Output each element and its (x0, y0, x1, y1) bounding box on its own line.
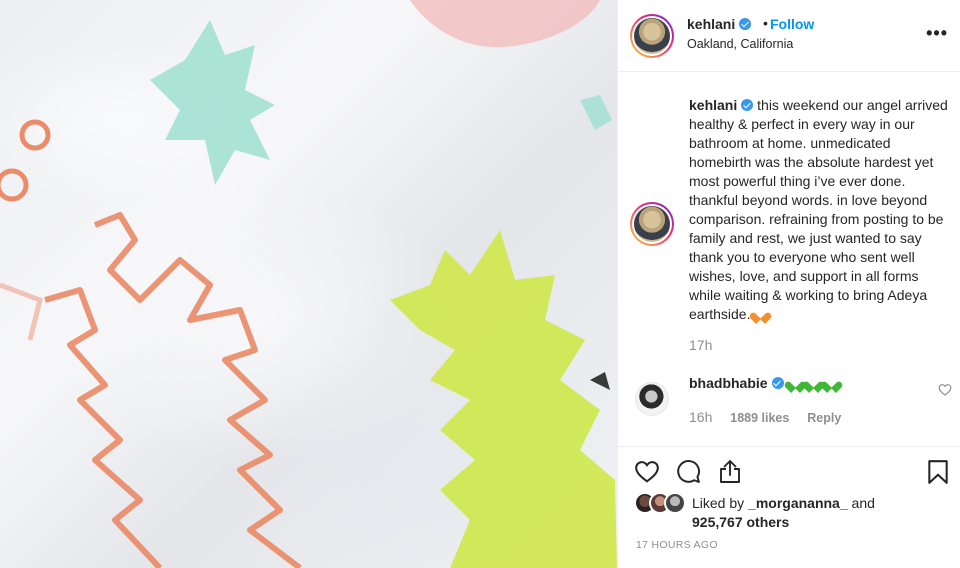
caption-author-avatar[interactable] (630, 202, 674, 246)
post-location[interactable]: Oakland, California (687, 37, 793, 51)
liked-by-avatars[interactable] (634, 492, 688, 514)
post-caption: kehlani this weekend our angel arrived h… (689, 96, 951, 324)
verified-badge-icon (741, 99, 754, 111)
author-avatar[interactable] (630, 14, 674, 58)
verified-badge-icon (739, 18, 752, 30)
comment-icon[interactable] (676, 459, 701, 484)
orange-heart-emoji-icon (754, 308, 767, 320)
heart-icon[interactable] (634, 459, 660, 483)
header-separator: • (763, 15, 768, 31)
commenter-username[interactable]: bhadbhabie (689, 375, 768, 391)
liked-by-user[interactable]: _morgananna_ (748, 495, 848, 511)
comment-meta: 16h 1889 likes Reply (689, 409, 855, 425)
comment-like-icon[interactable] (938, 383, 952, 396)
share-icon[interactable] (718, 459, 742, 484)
commenter-avatar[interactable] (635, 382, 669, 416)
blanket-pattern (0, 0, 617, 568)
author-username[interactable]: kehlani (687, 16, 752, 32)
more-options-icon[interactable]: ••• (926, 23, 948, 44)
green-heart-emoji-icon (825, 377, 838, 389)
post-photo[interactable] (0, 0, 617, 568)
green-heart-emoji-icon (807, 377, 820, 389)
comment-likes-count[interactable]: 1889 likes (730, 411, 789, 425)
caption-username[interactable]: kehlani (689, 97, 737, 113)
caption-timestamp[interactable]: 17h (689, 337, 712, 353)
verified-badge-icon (771, 377, 784, 389)
comment-timestamp[interactable]: 16h (689, 409, 712, 425)
post-header: kehlani • Follow Oakland, California ••• (618, 0, 960, 72)
post-details-panel: kehlani • Follow Oakland, California •••… (617, 0, 960, 568)
post-age[interactable]: 17 HOURS AGO (636, 539, 718, 551)
bookmark-icon[interactable] (927, 459, 949, 485)
follow-button[interactable]: Follow (770, 16, 814, 32)
green-heart-emoji-icon (789, 377, 802, 389)
caption-text: this weekend our angel arrived healthy &… (689, 97, 948, 322)
comment-body: bhadbhabie (689, 375, 838, 391)
likes-count[interactable]: 925,767 others (692, 514, 789, 530)
reply-button[interactable]: Reply (807, 411, 841, 425)
liked-by-text: Liked by _morgananna_ and 925,767 others (692, 495, 875, 530)
post-actions: Liked by _morgananna_ and 925,767 others… (618, 446, 960, 568)
avatar (664, 492, 686, 514)
